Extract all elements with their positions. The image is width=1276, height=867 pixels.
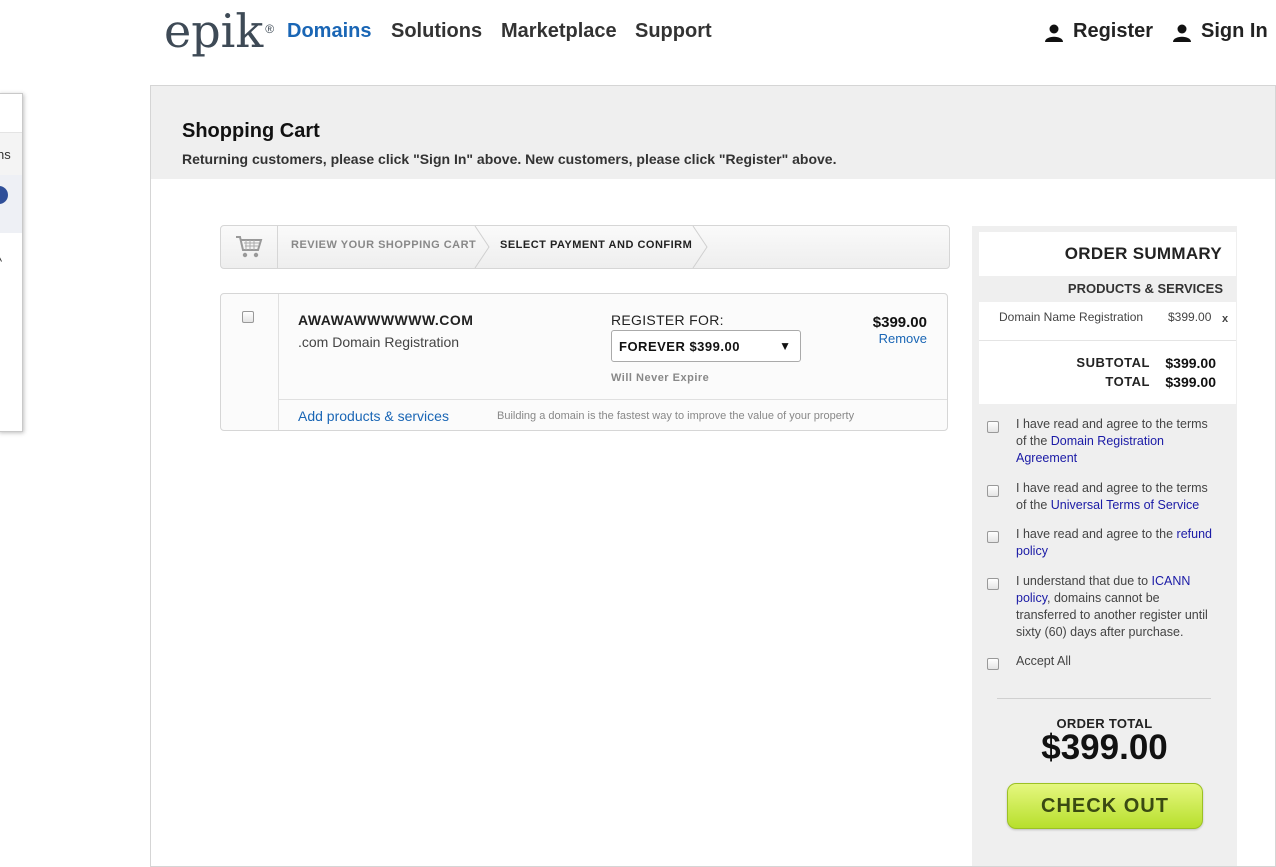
order-summary: ORDER SUMMARY PRODUCTS & SERVICES Domain… <box>972 226 1237 866</box>
summary-divider <box>979 340 1236 341</box>
page-banner: Shopping Cart Returning customers, pleas… <box>151 86 1275 179</box>
side-panel-row-highlight[interactable] <box>0 175 22 233</box>
nav-domains[interactable]: Domains <box>287 20 371 43</box>
epik-logo[interactable]: epik ® <box>164 4 274 58</box>
floating-side-panel: ns ^ <box>0 93 23 432</box>
page-subtitle: Returning customers, please click "Sign … <box>182 151 837 167</box>
cart-item-check-column <box>221 294 279 430</box>
cart-item-footer: Add products & services Building a domai… <box>278 399 947 431</box>
remove-link[interactable]: Remove <box>879 331 927 346</box>
page-title: Shopping Cart <box>182 120 320 142</box>
registered-mark: ® <box>265 22 275 36</box>
summary-subtitle: PRODUCTS & SERVICES <box>1067 281 1223 296</box>
cart-item-checkbox[interactable] <box>242 311 254 323</box>
signin-label: Sign In <box>1201 20 1268 42</box>
agree-icann-checkbox[interactable] <box>987 578 999 590</box>
agree-icann-text: I understand that due to ICANN policy, d… <box>1016 574 1208 639</box>
summary-lines: Domain Name Registration $399.00 x SUBTO… <box>979 302 1236 404</box>
add-products-link[interactable]: Add products & services <box>298 408 449 424</box>
summary-rule <box>997 698 1211 699</box>
total-value: $399.00 <box>1165 374 1216 390</box>
person-icon <box>1173 24 1191 42</box>
checkout-button[interactable]: CHECK OUT <box>1007 783 1203 829</box>
agree-refund-checkbox[interactable] <box>987 531 999 543</box>
main-content: Shopping Cart Returning customers, pleas… <box>150 85 1276 867</box>
site-header: epik ® Domains Solutions Marketplace Supp… <box>0 0 1276 70</box>
total-label: TOTAL <box>1105 374 1150 389</box>
signin-link[interactable]: Sign In <box>1172 20 1268 43</box>
accept-all-checkbox[interactable] <box>987 658 999 670</box>
register-for-label: REGISTER FOR: <box>611 312 724 328</box>
cart-item-price: $399.00 <box>872 314 927 331</box>
remove-line-icon[interactable]: x <box>1222 313 1228 325</box>
summary-header: ORDER SUMMARY <box>979 232 1236 276</box>
side-panel-text: ns <box>0 147 11 162</box>
accept-all-label: Accept All <box>1016 654 1071 668</box>
term-select-value: FOREVER $399.00 <box>619 339 740 354</box>
order-total-value: $399.00 <box>1041 728 1168 767</box>
subtotal-value: $399.00 <box>1165 355 1216 371</box>
summary-line-price: $399.00 <box>1168 310 1212 324</box>
register-link[interactable]: Register <box>1044 20 1153 43</box>
cart-footer-note: Building a domain is the fastest way to … <box>497 410 855 422</box>
cart-item: AWAWAWWWWWW.COM .com Domain Registration… <box>220 293 948 431</box>
summary-title: ORDER SUMMARY <box>1064 244 1222 263</box>
cart-domain-name: AWAWAWWWWWW.COM <box>298 312 474 328</box>
step-select-payment[interactable]: SELECT PAYMENT AND CONFIRM <box>500 239 692 251</box>
summary-line-name: Domain Name Registration <box>999 310 1144 324</box>
agree-refund-text: I have read and agree to the refund poli… <box>1016 527 1212 558</box>
dropdown-arrow-icon: ▼ <box>779 339 791 353</box>
checkout-steps: REVIEW YOUR SHOPPING CART SELECT PAYMENT… <box>220 225 950 269</box>
universal-terms-link[interactable]: Universal Terms of Service <box>1051 498 1199 512</box>
subtotal-label: SUBTOTAL <box>1076 355 1150 370</box>
agree-registration-checkbox[interactable] <box>987 421 999 433</box>
register-label: Register <box>1073 20 1154 42</box>
nav-marketplace[interactable]: Marketplace <box>501 20 617 43</box>
person-icon <box>1045 24 1063 42</box>
step-review-cart[interactable]: REVIEW YOUR SHOPPING CART <box>291 239 476 251</box>
cart-domain-type: .com Domain Registration <box>298 334 460 350</box>
term-select[interactable]: FOREVER $399.00 ▼ <box>611 330 801 362</box>
nav-support[interactable]: Support <box>635 20 712 43</box>
caret-icon[interactable]: ^ <box>0 254 2 269</box>
shopping-cart-icon <box>236 236 263 258</box>
expire-note: Will Never Expire <box>611 372 710 384</box>
nav-solutions[interactable]: Solutions <box>391 20 482 43</box>
agree-registration-text: I have read and agree to the terms of th… <box>1016 417 1208 465</box>
steps-cart-cell <box>221 226 278 268</box>
agree-tos-checkbox[interactable] <box>987 485 999 497</box>
step-separator-icon <box>474 226 490 268</box>
step-separator-icon <box>692 226 708 268</box>
agree-tos-text: I have read and agree to the terms of th… <box>1016 481 1208 512</box>
